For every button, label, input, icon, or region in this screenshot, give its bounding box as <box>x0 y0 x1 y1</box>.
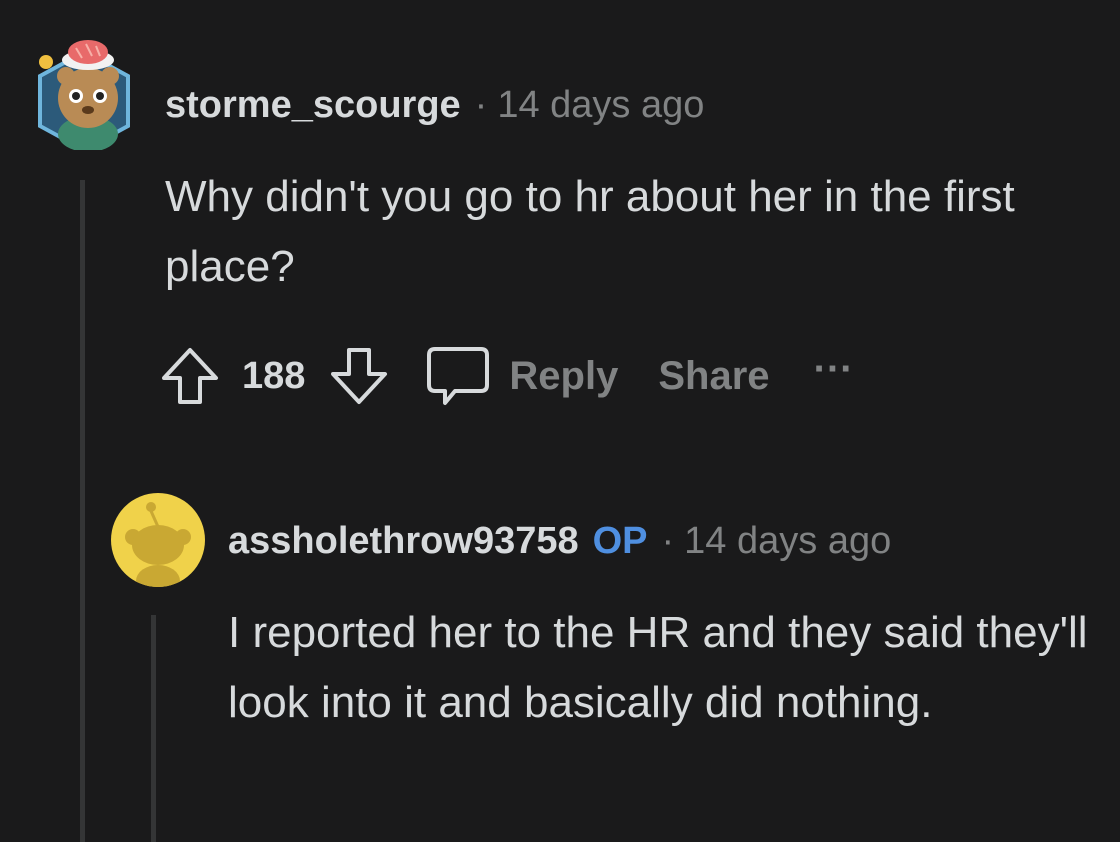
comment-body: Why didn't you go to hr about her in the… <box>165 172 1015 291</box>
header-separator: · <box>474 84 488 126</box>
comment-timestamp[interactable]: 14 days ago <box>497 84 704 127</box>
comment-action-bar: 188 Reply Share ··· <box>158 340 853 412</box>
comment-username[interactable]: storme_scourge <box>165 84 461 127</box>
op-badge: OP <box>592 520 648 562</box>
comment-bubble-icon[interactable] <box>425 343 491 409</box>
header-separator: · <box>661 520 675 562</box>
reply-username[interactable]: assholethrow93758 <box>228 520 579 563</box>
reply-button[interactable]: Reply <box>509 354 618 399</box>
reply-body: I reported her to the HR and they said t… <box>228 608 1088 727</box>
reply-timestamp[interactable]: 14 days ago <box>684 520 891 563</box>
vote-count: 188 <box>242 354 306 397</box>
default-snoo-avatar-icon[interactable] <box>111 493 205 587</box>
downvote-arrow-icon[interactable] <box>327 344 391 408</box>
comment-header: storme_scourge · 14 days ago <box>165 84 704 127</box>
thread-line-reply[interactable] <box>151 615 156 842</box>
user-avatar-icon[interactable] <box>36 38 132 153</box>
share-button[interactable]: Share <box>658 354 769 399</box>
upvote-arrow-icon[interactable] <box>158 344 222 408</box>
reply-header: assholethrow93758 OP · 14 days ago <box>228 520 891 563</box>
thread-line-main[interactable] <box>80 180 85 842</box>
more-options-icon[interactable]: ··· <box>814 347 854 392</box>
